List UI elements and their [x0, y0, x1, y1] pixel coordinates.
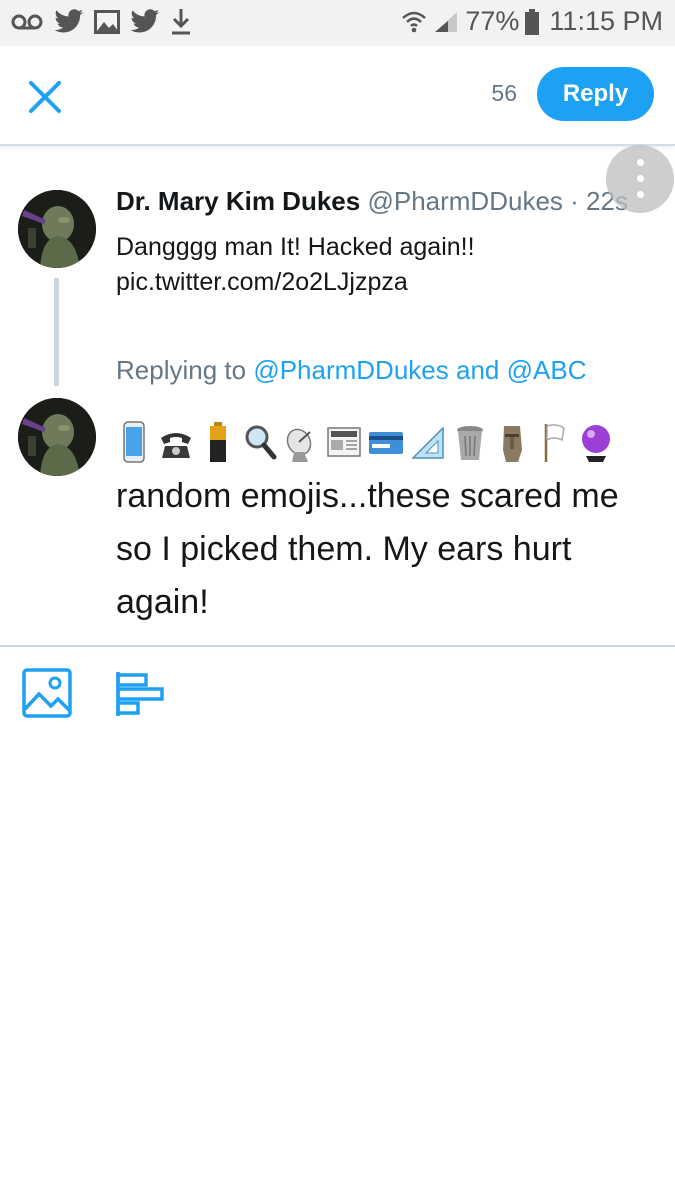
emoji-row [116, 418, 614, 466]
system-status: 77% 11:15 PM [401, 6, 663, 37]
reply-button[interactable]: Reply [537, 67, 654, 121]
more-options-button[interactable] [606, 145, 674, 213]
newspaper-icon [327, 427, 361, 457]
wastebasket-icon [457, 426, 483, 460]
replying-to: Replying to @PharmDDukes and @ABC [116, 355, 586, 386]
mention-link[interactable]: @ABC [507, 355, 587, 385]
image-icon[interactable] [22, 668, 72, 718]
battery-percent: 77% [465, 6, 520, 36]
avatar-image [18, 190, 96, 268]
more-dot [637, 175, 644, 182]
tweet-text-line: Dangggg man It! Hacked again!! [116, 233, 475, 261]
thread-connector [54, 278, 59, 386]
telephone-icon [161, 433, 191, 458]
notification-icons [10, 8, 192, 36]
battery-icon [525, 8, 540, 35]
download-icon [172, 9, 190, 35]
replying-to-prefix: Replying to [116, 355, 247, 385]
mention-link[interactable]: @PharmDDukes [253, 355, 448, 385]
magnifying-glass-icon [245, 425, 277, 460]
signal-icon [435, 11, 458, 32]
divider [0, 645, 675, 647]
twitter-bird-icon [130, 9, 159, 33]
triangular-ruler-icon [411, 426, 444, 459]
status-bar: 77% 11:15 PM [0, 0, 675, 46]
avatar[interactable] [18, 190, 96, 268]
poll-icon[interactable] [114, 670, 166, 718]
avatar-image [18, 398, 96, 476]
gallery-icon [94, 10, 120, 34]
clock: 11:15 PM [549, 6, 663, 36]
crystal-ball-icon [582, 425, 610, 462]
mobile-phone-icon [123, 421, 145, 463]
close-icon[interactable] [24, 76, 66, 118]
author-handle[interactable]: @PharmDDukes [367, 186, 562, 216]
author-name[interactable]: Dr. Mary Kim Dukes [116, 186, 360, 216]
tweet-link[interactable]: pic.twitter.com/2o2LJjzpza [116, 265, 636, 300]
conjunction[interactable]: and [456, 355, 499, 385]
credit-card-icon [369, 432, 403, 454]
character-counter: 56 [491, 80, 517, 106]
tweet-text: Dangggg man It! Hacked again!! pic.twitt… [116, 230, 636, 300]
compose-header: 56 Reply [0, 46, 675, 146]
avatar[interactable] [18, 398, 96, 476]
reply-text-input[interactable]: random emojis...these scared me so I pic… [116, 470, 661, 629]
tweet-author-line: Dr. Mary Kim Dukes @PharmDDukes · 22s [116, 186, 628, 217]
voicemail-icon [11, 14, 43, 30]
battery-icon [210, 422, 226, 462]
more-dot [637, 191, 644, 198]
white-flag-icon [544, 424, 565, 462]
twitter-bird-icon [54, 9, 83, 33]
separator: · [570, 186, 579, 216]
more-dot [637, 159, 644, 166]
satellite-antenna-icon [286, 428, 312, 462]
moai-icon [503, 426, 522, 462]
wifi-icon [402, 11, 427, 32]
